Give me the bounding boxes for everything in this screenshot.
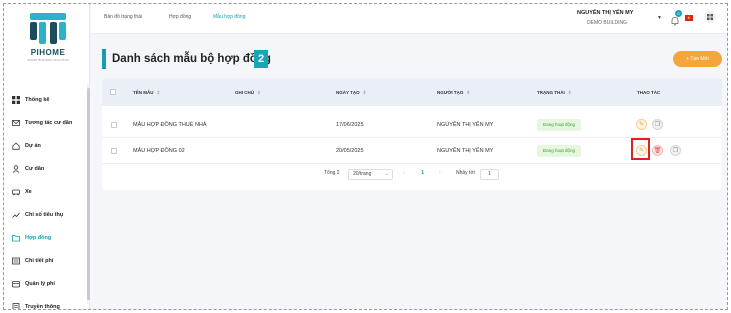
creator-name: NGUYỄN THỊ YẾN MY (437, 148, 494, 154)
sidebar-item-thong-ke[interactable]: Thống kê (4, 88, 90, 111)
jump-to-page-input[interactable]: 1 (480, 169, 499, 180)
row-checkbox[interactable] (111, 122, 117, 128)
sort-icon[interactable]: ⇕ (568, 90, 572, 95)
created-date: 17/06/2025 (336, 122, 364, 128)
sidebar-scrollbar-thumb[interactable] (87, 88, 90, 300)
create-new-button[interactable]: + Tạo Mới (673, 51, 722, 67)
column-header-trang-thai[interactable]: TRẠNG THÁI ⇕ (537, 90, 572, 96)
select-all-checkbox[interactable] (110, 89, 116, 95)
column-label: NGƯỜI TẠO (437, 90, 464, 95)
sidebar-item-tuong-tac-cu-dan[interactable]: Tương tác cư dân (4, 111, 90, 134)
sidebar-item-quan-ly-phi[interactable]: Quản lý phí (4, 272, 90, 295)
sidebar-item-truyen-thong[interactable]: Truyền thông (4, 295, 90, 310)
sidebar-item-label: Quản lý phí (25, 280, 55, 287)
sidebar-item-label: Tương tác cư dân (25, 119, 73, 126)
sidebar-item-xe[interactable]: Xe (4, 180, 90, 203)
vietnam-flag-icon[interactable]: ★ (685, 15, 693, 21)
app-window: PIHOME SMART BUILDING SOLUTION Thống kê … (3, 3, 728, 310)
logo-name: PIHOME (30, 48, 66, 57)
flag-star: ★ (687, 15, 691, 20)
table-row: MẪU HỢP ĐỒNG THUÊ NHÀ 17/06/2025 NGUYỄN … (102, 112, 722, 138)
next-page-button[interactable]: › (439, 170, 441, 176)
sidebar-scrollbar[interactable] (87, 84, 90, 304)
sidebar-item-label: Thống kê (25, 96, 50, 103)
logo-tagline: SMART BUILDING SOLUTION (27, 58, 69, 62)
sidebar-item-chi-tiet-phi[interactable]: Chi tiết phí (4, 249, 90, 272)
chevron-down-icon[interactable]: ▼ (657, 15, 662, 21)
top-bar: Bản đồ trạng thái Hợp đồng Mẫu hợp đồng … (91, 4, 727, 34)
templates-table: TÊN MẪU ⇕ GHI CHÚ ⇕ NGÀY TẠO ⇕ NGƯỜI TẠO ⇕ T… (102, 78, 722, 190)
copy-icon[interactable]: ❐ (652, 119, 663, 130)
news-icon (12, 302, 20, 309)
column-header-ghi-chu[interactable]: GHI CHÚ ⇕ (235, 90, 261, 96)
fee-detail-icon (12, 257, 20, 265)
page-size-value: 20/trang (353, 171, 372, 177)
sidebar-menu: Thống kê Tương tác cư dân Dự án Cư dân X… (4, 88, 90, 310)
column-header-ngay-tao[interactable]: NGÀY TẠO ⇕ (336, 90, 366, 96)
column-label: NGÀY TẠO (336, 90, 360, 95)
count-badge: 2 (254, 50, 268, 68)
folder-icon (12, 234, 20, 242)
sidebar: PIHOME SMART BUILDING SOLUTION Thống kê … (4, 4, 90, 309)
edit-icon[interactable]: ✎ (636, 119, 647, 130)
sidebar-item-label: Truyền thông (25, 303, 60, 310)
table-row: MẪU HỢP ĐỒNG 02 20/05/2025 NGUYỄN THỊ YẾ… (102, 138, 722, 164)
sidebar-item-label: Cư dân (25, 165, 45, 172)
column-label: GHI CHÚ (235, 90, 254, 95)
sort-icon[interactable]: ⇕ (363, 90, 367, 95)
prev-page-button[interactable]: ‹ (403, 170, 405, 176)
sidebar-item-hop-dong[interactable]: Hợp đồng (4, 226, 90, 249)
page-size-select[interactable]: 20/trang ⌄ (348, 169, 393, 180)
sort-icon[interactable]: ⇕ (157, 90, 161, 95)
page-title: Danh sách mẫu bộ hợp đồng (112, 53, 271, 65)
sidebar-item-du-an[interactable]: Dự án (4, 134, 90, 157)
column-label: TÊN MẪU (133, 90, 154, 95)
column-header-nguoi-tao[interactable]: NGƯỜI TẠO ⇕ (437, 90, 470, 96)
sort-icon[interactable]: ⇕ (257, 90, 261, 95)
column-label: TRẠNG THÁI (537, 90, 565, 95)
user-icon (12, 164, 20, 173)
building-name[interactable]: DEMO BUILDING (587, 20, 627, 26)
pihome-logo-icon (30, 13, 66, 44)
creator-name: NGUYỄN THỊ YẾN MY (437, 122, 494, 128)
logo[interactable]: PIHOME SMART BUILDING SOLUTION (12, 12, 84, 74)
template-name[interactable]: MẪU HỢP ĐỒNG THUÊ NHÀ (133, 122, 207, 128)
column-header-thao-tac: THAO TÁC (637, 90, 661, 95)
jump-label: Nhảy tới (456, 170, 475, 176)
sort-icon[interactable]: ⇕ (466, 90, 470, 95)
row-checkbox[interactable] (111, 148, 117, 154)
meter-icon (12, 211, 20, 219)
dashboard-icon (12, 95, 20, 104)
notification-badge: 0 (675, 10, 682, 17)
column-header-ten-mau[interactable]: TÊN MẪU ⇕ (133, 90, 160, 96)
pagination-total: Tổng 2 (324, 170, 340, 176)
chevron-down-icon: ⌄ (384, 171, 389, 177)
sidebar-item-label: Hợp đồng (25, 234, 52, 241)
mail-icon (12, 119, 20, 127)
apps-grid-icon[interactable] (704, 11, 716, 23)
created-date: 20/05/2025 (336, 148, 364, 154)
copy-icon[interactable]: ❐ (670, 145, 681, 156)
title-accent-bar (102, 49, 106, 69)
sidebar-item-chi-so-tieu-thu[interactable]: Chỉ số tiêu thụ (4, 203, 90, 226)
page-number-current[interactable]: 1 (421, 170, 424, 176)
sidebar-item-label: Chỉ số tiêu thụ (25, 211, 64, 218)
home-icon (12, 141, 20, 150)
status-badge: Đang hoạt động (537, 145, 582, 157)
sidebar-item-label: Dự án (25, 142, 41, 149)
tab-hop-dong[interactable]: Hợp đồng (169, 14, 191, 20)
template-name[interactable]: MẪU HỢP ĐỒNG 02 (133, 148, 185, 154)
sidebar-item-label: Xe (25, 188, 32, 195)
status-badge: Đang hoạt động (537, 119, 582, 131)
wallet-icon (12, 280, 20, 288)
user-name[interactable]: NGUYỄN THỊ YẾN MY (577, 10, 633, 16)
highlight-box (631, 138, 650, 160)
table-header: TÊN MẪU ⇕ GHI CHÚ ⇕ NGÀY TẠO ⇕ NGƯỜI TẠO ⇕ T… (102, 78, 722, 106)
tab-mau-hop-dong[interactable]: Mẫu hợp đồng (213, 14, 245, 20)
sidebar-item-label: Chi tiết phí (25, 257, 54, 264)
delete-icon[interactable]: 🗑 (652, 145, 663, 156)
tab-ban-do-trang-thai[interactable]: Bản đồ trạng thái (104, 14, 142, 20)
car-icon (12, 188, 20, 196)
sidebar-item-cu-dan[interactable]: Cư dân (4, 157, 90, 180)
